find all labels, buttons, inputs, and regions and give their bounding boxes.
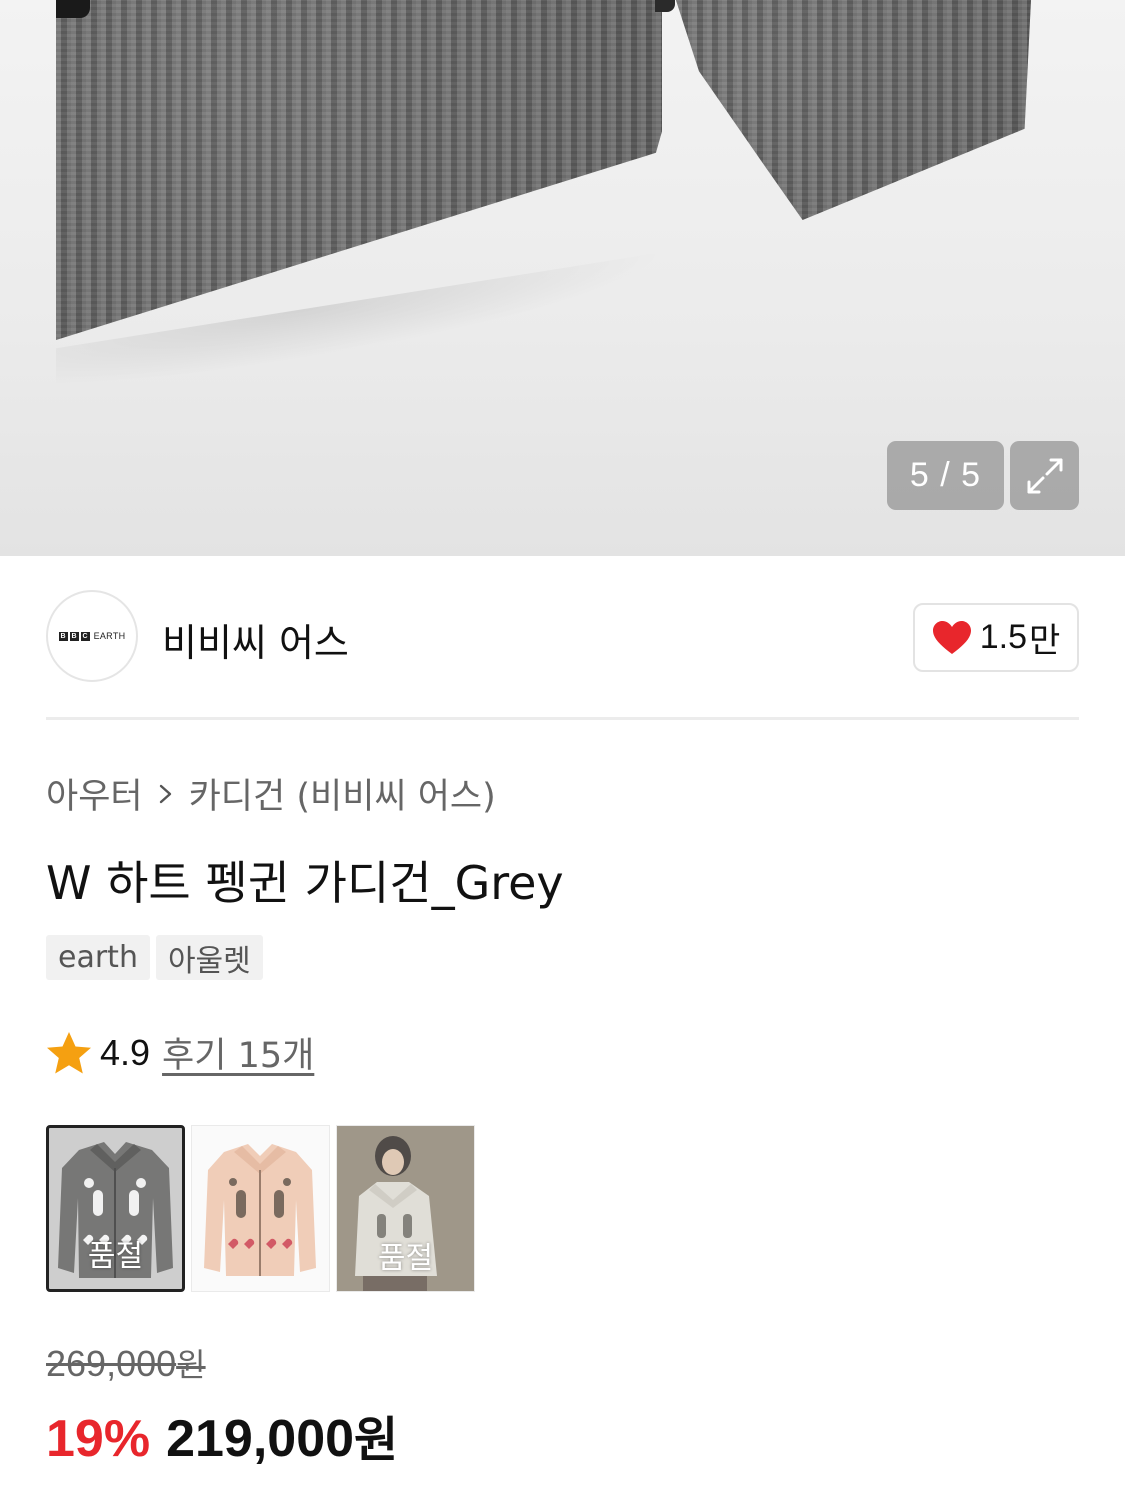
heart-icon bbox=[932, 620, 971, 654]
expand-image-button[interactable] bbox=[1010, 441, 1079, 510]
soldout-label: 품절 bbox=[377, 1241, 434, 1276]
tag-earth[interactable]: earth bbox=[46, 935, 150, 980]
rating-row: 4.9 후기 15개 bbox=[46, 1027, 314, 1078]
original-price: 269,000원 bbox=[46, 1340, 206, 1386]
star-icon bbox=[47, 1031, 91, 1073]
brand-name[interactable]: 비비씨 어스 bbox=[162, 612, 349, 667]
sale-price: 219,000원 bbox=[166, 1400, 398, 1470]
option-thumbnail-pink[interactable] bbox=[191, 1125, 330, 1292]
discount-rate: 19% bbox=[46, 1410, 151, 1468]
brand-row: B B C EARTH 비비씨 어스 1.5 만 bbox=[46, 590, 1079, 684]
like-button[interactable]: 1.5 만 bbox=[913, 603, 1079, 672]
cardigan-zipper-detail bbox=[56, 0, 90, 18]
original-price-value: 269,000 bbox=[46, 1343, 177, 1384]
option-thumbnail-grey[interactable]: 품절 bbox=[46, 1125, 185, 1292]
cardigan-thumbnail bbox=[204, 1144, 316, 1276]
cardigan-trim-detail bbox=[655, 0, 675, 12]
sale-price-value: 219,000 bbox=[166, 1410, 355, 1468]
tag-outlet[interactable]: 아울렛 bbox=[155, 935, 263, 980]
option-thumbnail-model[interactable]: 품절 bbox=[336, 1125, 475, 1292]
breadcrumb: 아우터 카디건 (비비씨 어스) bbox=[46, 768, 496, 819]
tag-list: earth 아울렛 bbox=[46, 935, 263, 980]
sale-price-row: 19% 219,000원 bbox=[46, 1400, 398, 1470]
reviews-link[interactable]: 후기 15개 bbox=[162, 1027, 314, 1078]
expand-arrows-icon bbox=[1027, 458, 1062, 493]
image-counter: 5 / 5 bbox=[887, 441, 1004, 510]
original-price-unit: 원 bbox=[176, 1346, 206, 1384]
bbc-letter: B bbox=[69, 631, 79, 641]
product-title: W 하트 펭귄 가디건_Grey bbox=[46, 856, 564, 910]
product-image-gallery[interactable]: 5 / 5 bbox=[0, 0, 1125, 556]
cardigan-sleeve-image bbox=[669, 0, 1032, 220]
divider bbox=[46, 717, 1079, 720]
chevron-right-icon bbox=[159, 784, 171, 803]
brand-logo[interactable]: B B C EARTH bbox=[46, 590, 138, 682]
logo-word: EARTH bbox=[93, 631, 126, 641]
soldout-label: 품절 bbox=[87, 1239, 144, 1274]
rating-score: 4.9 bbox=[100, 1031, 151, 1073]
like-count-unit: 만 bbox=[1028, 621, 1061, 661]
breadcrumb-parent[interactable]: 아우터 bbox=[46, 768, 143, 819]
breadcrumb-child[interactable]: 카디건 (비비씨 어스) bbox=[189, 768, 496, 819]
bbc-letter: B bbox=[58, 631, 68, 641]
bbc-letter: C bbox=[80, 631, 90, 641]
color-options: 품절 품절 bbox=[46, 1125, 475, 1292]
like-count: 1.5 bbox=[979, 618, 1027, 656]
sale-price-unit: 원 bbox=[354, 1412, 399, 1468]
